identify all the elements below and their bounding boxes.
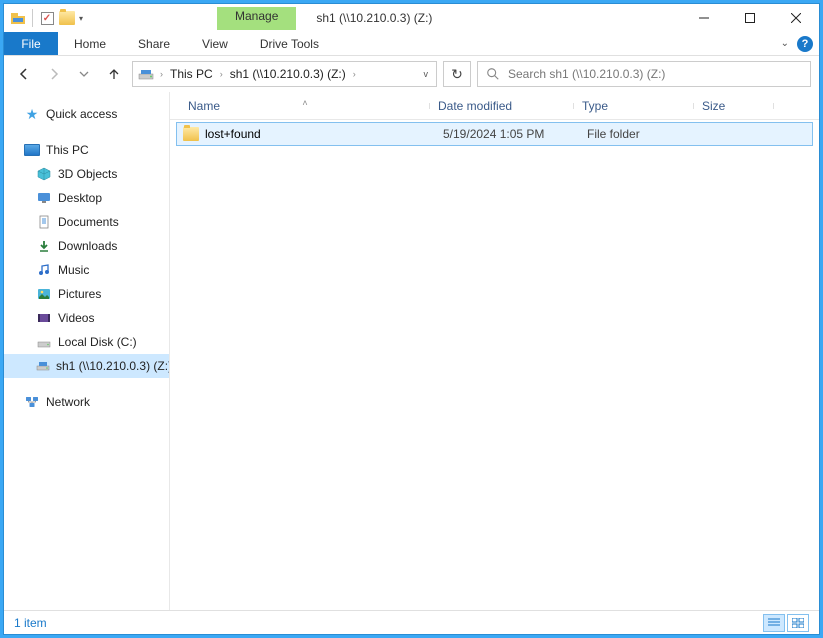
- sidebar-item-music[interactable]: Music: [4, 258, 169, 282]
- search-input[interactable]: Search sh1 (\\10.210.0.3) (Z:): [477, 61, 811, 87]
- navigation-bar: › This PC › sh1 (\\10.210.0.3) (Z:) › v …: [4, 56, 819, 92]
- sidebar-item-pictures[interactable]: Pictures: [4, 282, 169, 306]
- minimize-button[interactable]: [681, 4, 727, 32]
- breadcrumb-segment[interactable]: sh1 (\\10.210.0.3) (Z:): [226, 62, 350, 86]
- sidebar-item-label: Videos: [58, 311, 94, 325]
- file-row[interactable]: lost+found 5/19/2024 1:05 PM File folder: [176, 122, 813, 146]
- forward-button[interactable]: [42, 62, 66, 86]
- sidebar-item-downloads[interactable]: Downloads: [4, 234, 169, 258]
- column-headers: Name ˄ Date modified Type Size: [170, 92, 819, 120]
- quick-access-toolbar: ✓ ▾: [4, 9, 87, 27]
- sidebar-item-label: Network: [46, 395, 90, 409]
- titlebar: ✓ ▾ Manage sh1 (\\10.210.0.3) (Z:): [4, 4, 819, 32]
- search-icon: [486, 67, 500, 81]
- sidebar-item-label: Local Disk (C:): [58, 335, 137, 349]
- window-controls: [681, 4, 819, 32]
- status-bar: 1 item: [4, 610, 819, 634]
- sidebar-item-label: 3D Objects: [58, 167, 117, 181]
- desktop-icon: [36, 190, 52, 206]
- explorer-app-icon: [10, 10, 26, 26]
- content-area: ★ Quick access This PC 3D Objects Deskto…: [4, 92, 819, 610]
- sidebar-item-this-pc[interactable]: This PC: [4, 138, 169, 162]
- file-list-pane: Name ˄ Date modified Type Size lost+foun…: [170, 92, 819, 610]
- ribbon-collapse-icon[interactable]: ⌄: [781, 38, 789, 49]
- pc-icon: [24, 142, 40, 158]
- breadcrumb-segment[interactable]: This PC: [166, 62, 217, 86]
- sort-ascending-icon: ˄: [302, 98, 307, 108]
- refresh-button[interactable]: ↻: [443, 61, 471, 87]
- sidebar-item-3d-objects[interactable]: 3D Objects: [4, 162, 169, 186]
- star-icon: ★: [24, 106, 40, 122]
- thumbnails-view-button[interactable]: [787, 614, 809, 632]
- sidebar-item-label: Music: [58, 263, 89, 277]
- up-button[interactable]: [102, 62, 126, 86]
- back-button[interactable]: [12, 62, 36, 86]
- details-view-button[interactable]: [763, 614, 785, 632]
- tab-home[interactable]: Home: [58, 32, 122, 55]
- drive-icon: [36, 334, 52, 350]
- address-dropdown-icon[interactable]: v: [418, 69, 435, 79]
- chevron-right-icon[interactable]: ›: [350, 69, 359, 79]
- sidebar-item-documents[interactable]: Documents: [4, 210, 169, 234]
- recent-locations-button[interactable]: [72, 62, 96, 86]
- network-icon: [24, 394, 40, 410]
- item-count: 1 item: [14, 616, 47, 630]
- help-icon[interactable]: ?: [797, 36, 813, 52]
- search-placeholder: Search sh1 (\\10.210.0.3) (Z:): [508, 67, 665, 81]
- file-list[interactable]: lost+found 5/19/2024 1:05 PM File folder: [170, 120, 819, 610]
- sidebar-item-local-disk[interactable]: Local Disk (C:): [4, 330, 169, 354]
- new-folder-icon[interactable]: [59, 10, 75, 26]
- file-type: File folder: [579, 127, 699, 141]
- properties-icon[interactable]: ✓: [39, 10, 55, 26]
- sidebar-item-quick-access[interactable]: ★ Quick access: [4, 102, 169, 126]
- column-header-type[interactable]: Type: [574, 99, 694, 113]
- breadcrumb: This PC › sh1 (\\10.210.0.3) (Z:) ›: [166, 62, 359, 86]
- tab-share[interactable]: Share: [122, 32, 186, 55]
- close-button[interactable]: [773, 4, 819, 32]
- sidebar-item-label: Downloads: [58, 239, 117, 253]
- navigation-pane: ★ Quick access This PC 3D Objects Deskto…: [4, 92, 170, 610]
- sidebar-item-label: This PC: [46, 143, 89, 157]
- ribbon-tabs: File Home Share View Drive Tools ⌄ ?: [4, 32, 819, 56]
- file-date: 5/19/2024 1:05 PM: [435, 127, 579, 141]
- chevron-right-icon[interactable]: ›: [157, 69, 166, 79]
- document-icon: [36, 214, 52, 230]
- videos-icon: [36, 310, 52, 326]
- network-drive-icon: [36, 358, 50, 374]
- window-title: sh1 (\\10.210.0.3) (Z:): [296, 11, 681, 25]
- sidebar-item-network[interactable]: Network: [4, 390, 169, 414]
- sidebar-item-network-drive[interactable]: sh1 (\\10.210.0.3) (Z:): [4, 354, 169, 378]
- sidebar-item-label: Documents: [58, 215, 119, 229]
- chevron-right-icon[interactable]: ›: [217, 69, 226, 79]
- maximize-button[interactable]: [727, 4, 773, 32]
- sidebar-item-label: sh1 (\\10.210.0.3) (Z:): [56, 359, 170, 373]
- explorer-window: ✓ ▾ Manage sh1 (\\10.210.0.3) (Z:) File …: [3, 3, 820, 635]
- sidebar-item-desktop[interactable]: Desktop: [4, 186, 169, 210]
- column-header-size[interactable]: Size: [694, 99, 774, 113]
- folder-icon: [183, 126, 199, 142]
- address-bar[interactable]: › This PC › sh1 (\\10.210.0.3) (Z:) › v: [132, 61, 437, 87]
- sidebar-item-videos[interactable]: Videos: [4, 306, 169, 330]
- sidebar-item-label: Quick access: [46, 107, 117, 121]
- file-name: lost+found: [205, 127, 261, 141]
- qat-dropdown-icon[interactable]: ▾: [79, 14, 87, 23]
- download-icon: [36, 238, 52, 254]
- column-header-name[interactable]: Name ˄: [180, 99, 430, 113]
- column-header-date[interactable]: Date modified: [430, 99, 574, 113]
- separator: [32, 9, 33, 27]
- sidebar-item-label: Pictures: [58, 287, 101, 301]
- ribbon-context-label: Manage: [217, 7, 296, 30]
- music-icon: [36, 262, 52, 278]
- file-tab[interactable]: File: [4, 32, 58, 55]
- sidebar-item-label: Desktop: [58, 191, 102, 205]
- view-mode-toggles: [763, 614, 809, 632]
- tab-drive-tools[interactable]: Drive Tools: [244, 32, 335, 55]
- drive-icon: [137, 65, 155, 83]
- pictures-icon: [36, 286, 52, 302]
- tab-view[interactable]: View: [186, 32, 244, 55]
- cube-icon: [36, 166, 52, 182]
